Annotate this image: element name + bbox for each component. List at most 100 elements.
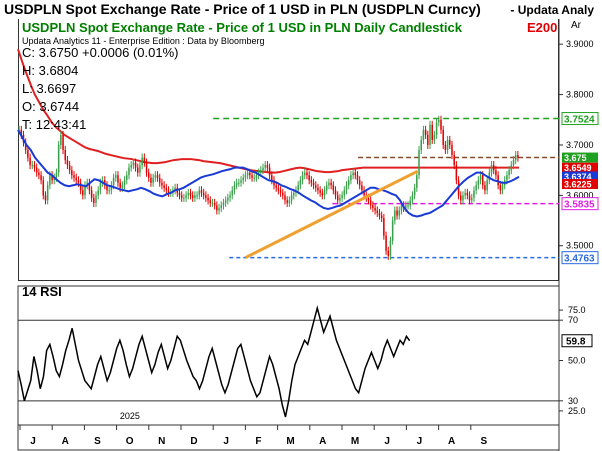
candle-body [416,175,418,188]
candle-body [442,129,444,145]
candle-body [339,197,341,201]
candle-body [183,197,185,199]
candle-body [336,195,339,201]
candle-body [128,167,130,176]
candle-body [367,197,370,201]
month-label: A [319,436,326,447]
candle-body [449,139,451,145]
candle-body [158,177,161,183]
candle-body [71,170,73,176]
candle-body [49,175,51,186]
candle-body [413,187,416,196]
candle-body [40,175,42,181]
candle-body [97,190,99,196]
candle-body [42,180,45,196]
candle-body [517,155,519,158]
candle-body [293,192,295,196]
candle-body [481,175,484,186]
candle-body [262,167,264,171]
high-readout: H: 3.6804 [22,63,79,78]
rsi-tick-label: 30 [568,396,578,406]
candle-body [145,162,148,173]
candle-body [44,195,47,201]
axis-corner-label: Ar [571,20,581,31]
candle-body [451,144,453,156]
candle-body [490,165,493,173]
time-readout: T: 12:43:41 [22,117,87,132]
month-label: S [94,436,101,447]
month-label: J [223,436,229,447]
candle-body [136,167,139,173]
candle-body [27,150,29,158]
candle-body [220,205,223,208]
ma-slow-line [17,48,519,174]
candle-body [211,202,214,204]
close-readout: C: 3.6750 +0.0006 (0.01%) [22,45,179,60]
candle-body [394,210,396,221]
rsi-tick-label: 50.0 [568,356,586,366]
candle-body [501,185,504,191]
candle-body [119,182,121,188]
price-tick-label: 3.8000 [566,90,594,100]
candle-body [82,190,84,196]
candle-body [77,180,80,183]
candle-body [495,170,497,176]
month-label: J [384,436,390,447]
candle-body [191,195,194,198]
price-tick-label: 3.9000 [566,39,594,49]
candle-body [156,175,159,178]
candle-body [275,185,277,188]
candle-body [486,180,488,191]
year-label: 2025 [120,411,140,421]
candle-body [431,124,433,140]
candle-body [266,165,269,168]
candle-body [321,192,324,196]
candle-body [354,172,357,176]
candle-body [477,180,480,186]
candle-body [411,195,414,201]
price-label: 3.6225 [564,180,592,190]
candle-body [297,185,299,191]
candle-body [303,172,306,176]
candle-body [508,170,510,176]
candle-body [306,172,308,176]
candle-body [147,172,150,178]
candle-body [213,202,216,206]
candle-body [374,207,376,211]
candle-body [196,195,198,197]
candle-body [455,165,458,181]
candle-body [123,180,126,186]
candle-body [380,215,383,219]
candle-body [255,175,258,178]
candle-body [60,134,62,145]
candle-body [126,175,128,181]
chart-subtitle: USDPLN Spot Exchange Rate - Price of 1 U… [22,20,462,35]
candle-body [279,190,282,193]
candle-body [178,192,181,196]
candle-body [435,122,438,135]
candle-body [356,175,359,181]
month-label: J [30,436,36,447]
candle-body [242,177,244,181]
candle-body [473,190,475,198]
candle-body [492,165,495,171]
candle-body [216,205,218,211]
candle-body [121,185,124,188]
candle-body [260,170,262,173]
month-label: F [255,436,261,447]
candle-body [470,197,473,201]
rsi-value-label: 59.8 [566,337,586,348]
candle-body [33,165,36,168]
candle-body [389,240,392,256]
candle-body [466,192,469,196]
candle-body [75,177,77,181]
candle-body [90,190,93,198]
candle-body [238,182,240,184]
candle-body [209,200,212,203]
candle-body [308,175,310,181]
month-label: J [417,436,423,447]
support-magenta-label: 3.5835 [564,200,595,211]
candle-body [112,177,115,186]
candle-body [396,210,398,216]
rsi-title: 14 RSI [22,284,62,299]
